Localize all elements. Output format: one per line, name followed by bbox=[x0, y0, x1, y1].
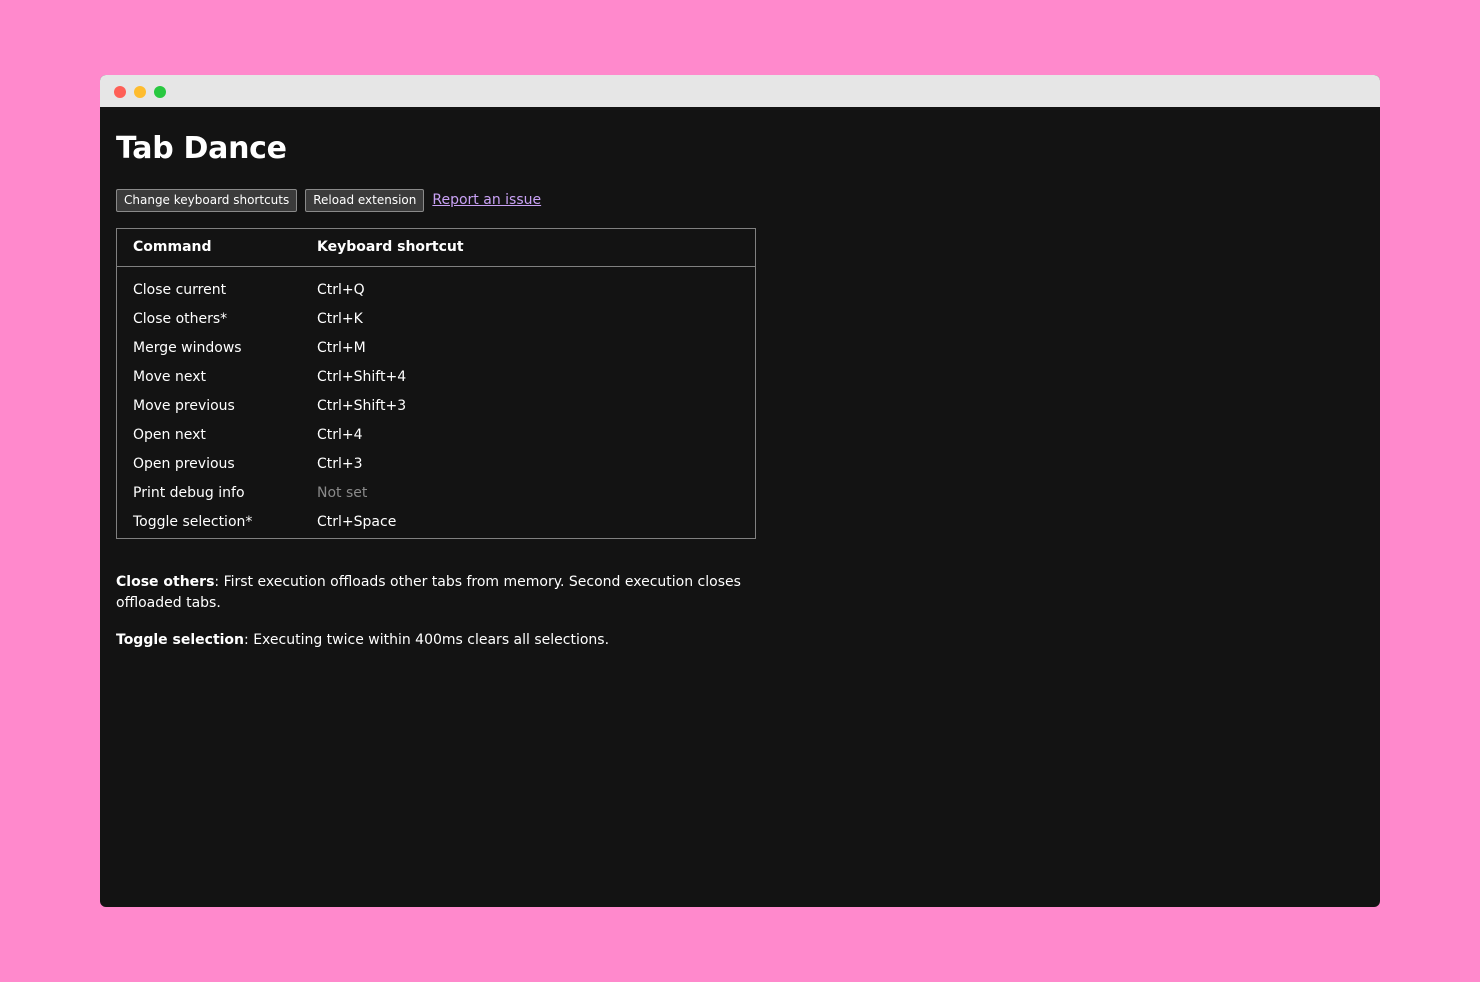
command-cell: Close others* bbox=[133, 310, 228, 327]
minimize-window-dot[interactable] bbox=[134, 86, 146, 98]
report-issue-link[interactable]: Report an issue bbox=[432, 192, 541, 208]
shortcut-cell: Ctrl+Shift+3 bbox=[317, 397, 407, 414]
close-window-dot[interactable] bbox=[114, 86, 126, 98]
page-content: Tab Dance Change keyboard shortcuts Relo… bbox=[100, 129, 1380, 651]
shortcut-cell: Ctrl+3 bbox=[317, 455, 363, 472]
command-cell: Move next bbox=[133, 368, 207, 385]
page-title: Tab Dance bbox=[116, 131, 287, 166]
footnote-toggle-selection: Toggle selection: Executing twice within… bbox=[116, 630, 756, 651]
shortcut-cell: Ctrl+Space bbox=[317, 513, 397, 530]
change-keyboard-shortcuts-button[interactable]: Change keyboard shortcuts bbox=[116, 188, 298, 212]
table-row: Move previous Ctrl+Shift+3 bbox=[117, 391, 755, 420]
browser-window: Tab Dance Change keyboard shortcuts Relo… bbox=[100, 75, 1380, 907]
column-header-shortcut: Keyboard shortcut bbox=[317, 229, 755, 267]
table-row: Move next Ctrl+Shift+4 bbox=[117, 362, 755, 391]
shortcut-cell: Ctrl+K bbox=[317, 310, 363, 327]
footnote-close-others: Close others: First execution offloads o… bbox=[116, 572, 756, 614]
table-header-row: Command Keyboard shortcut bbox=[117, 229, 755, 267]
command-cell: Print debug info bbox=[133, 484, 245, 501]
maximize-window-dot[interactable] bbox=[154, 86, 166, 98]
shortcut-cell: Ctrl+M bbox=[317, 339, 366, 356]
table-row: Close others* Ctrl+K bbox=[117, 304, 755, 333]
shortcut-cell: Ctrl+Q bbox=[317, 281, 365, 298]
shortcut-cell: Ctrl+Shift+4 bbox=[317, 368, 407, 385]
table-row: Close current Ctrl+Q bbox=[117, 266, 755, 304]
shortcuts-table: Command Keyboard shortcut Close current … bbox=[117, 229, 755, 538]
footnotes: Close others: First execution offloads o… bbox=[116, 572, 756, 651]
column-header-command: Command bbox=[117, 229, 317, 267]
command-cell: Toggle selection* bbox=[133, 513, 253, 530]
window-titlebar bbox=[100, 75, 1380, 107]
shortcuts-table-container: Command Keyboard shortcut Close current … bbox=[116, 228, 756, 539]
table-row: Toggle selection* Ctrl+Space bbox=[117, 507, 755, 538]
command-cell: Close current bbox=[133, 281, 227, 298]
shortcut-cell-unset: Not set bbox=[317, 484, 368, 501]
command-cell: Open next bbox=[133, 426, 206, 443]
command-cell: Open previous bbox=[133, 455, 235, 472]
command-cell: Move previous bbox=[133, 397, 235, 414]
footnote-term: Toggle selection bbox=[116, 632, 245, 648]
table-row: Open next Ctrl+4 bbox=[117, 420, 755, 449]
table-row: Merge windows Ctrl+M bbox=[117, 333, 755, 362]
action-bar: Change keyboard shortcuts Reload extensi… bbox=[116, 188, 1364, 212]
table-row: Open previous Ctrl+3 bbox=[117, 449, 755, 478]
shortcut-cell: Ctrl+4 bbox=[317, 426, 363, 443]
footnote-term: Close others bbox=[116, 574, 215, 590]
reload-extension-button[interactable]: Reload extension bbox=[305, 188, 425, 212]
footnote-text: : Executing twice within 400ms clears al… bbox=[244, 632, 610, 648]
command-cell: Merge windows bbox=[133, 339, 242, 356]
table-row: Print debug info Not set bbox=[117, 478, 755, 507]
